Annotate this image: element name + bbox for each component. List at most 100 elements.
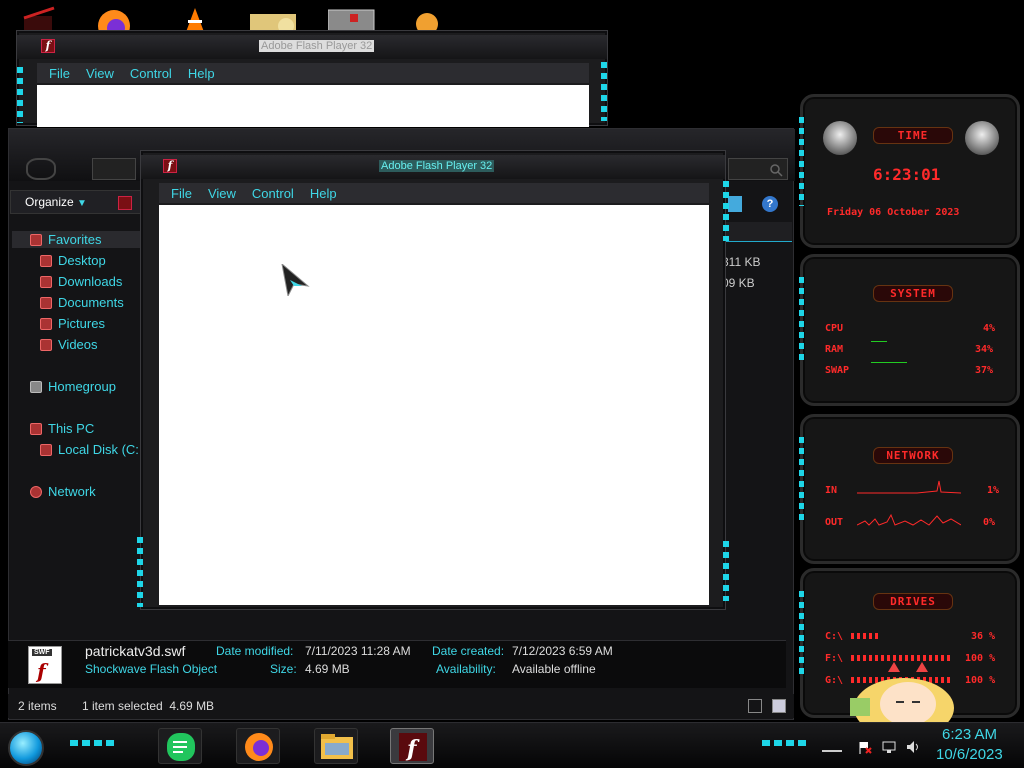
network-gadget: NETWORK IN 1% OUT 0% bbox=[799, 414, 1020, 564]
net-in-graph bbox=[857, 480, 961, 494]
taskbar-notes-button[interactable] bbox=[158, 728, 202, 764]
search-icon bbox=[770, 164, 783, 177]
desktop-icon bbox=[40, 254, 52, 267]
address-bar[interactable] bbox=[92, 158, 136, 180]
sidebar-item-videos[interactable]: Videos bbox=[40, 337, 98, 352]
menu-help[interactable]: Help bbox=[180, 66, 223, 81]
documents-icon bbox=[40, 296, 52, 309]
start-button[interactable] bbox=[8, 730, 44, 766]
network-icon bbox=[30, 485, 42, 498]
net-out-label: OUT bbox=[825, 517, 844, 528]
flash-content-area[interactable] bbox=[159, 205, 709, 605]
sidebar-item-local-disk[interactable]: Local Disk (C: bbox=[40, 442, 139, 457]
sidebar-item-favorites[interactable]: Favorites bbox=[12, 231, 140, 248]
file-type: Shockwave Flash Object bbox=[85, 662, 218, 676]
taskbar-decoration bbox=[762, 740, 806, 746]
show-hidden-icons-icon[interactable] bbox=[822, 742, 842, 752]
cpu-label: CPU bbox=[825, 323, 844, 334]
details-view-icon[interactable] bbox=[748, 699, 762, 713]
drive-c-label: C:\ bbox=[825, 631, 844, 642]
search-box[interactable] bbox=[728, 158, 788, 180]
drive-icon bbox=[40, 443, 52, 456]
taskbar-decoration bbox=[70, 740, 114, 746]
gadget-title: TIME bbox=[873, 127, 953, 144]
gadget-title: NETWORK bbox=[873, 447, 953, 464]
availability-value: Available offline bbox=[512, 662, 596, 676]
menu-control[interactable]: Control bbox=[244, 186, 302, 201]
ram-value: 34% bbox=[975, 344, 994, 355]
sidebar-item-documents[interactable]: Documents bbox=[40, 295, 124, 310]
menu-control[interactable]: Control bbox=[122, 66, 180, 81]
date-created-value: 7/12/2023 6:59 AM bbox=[512, 644, 613, 658]
downloads-icon bbox=[40, 275, 52, 288]
alien-logo-icon bbox=[823, 121, 857, 155]
pictures-icon bbox=[40, 317, 52, 330]
sidebar-item-network[interactable]: Network bbox=[30, 484, 96, 499]
alien-logo-icon bbox=[965, 121, 999, 155]
net-in-label: IN bbox=[825, 485, 838, 496]
help-icon[interactable]: ? bbox=[762, 196, 778, 212]
swap-label: SWAP bbox=[825, 365, 850, 376]
size-value: 4.69 MB bbox=[305, 662, 350, 676]
column-header[interactable] bbox=[718, 222, 792, 242]
taskbar-clock-date[interactable]: 10/6/2023 bbox=[936, 746, 1003, 763]
back-button[interactable] bbox=[26, 158, 56, 180]
net-out-value: 0% bbox=[983, 517, 996, 528]
file-name: patrickatv3d.swf bbox=[85, 643, 186, 659]
status-bar: 2 items 1 item selected 4.69 MB bbox=[8, 694, 794, 718]
drive-g-value: 100 % bbox=[965, 675, 996, 686]
videos-icon bbox=[40, 338, 52, 351]
menu-view[interactable]: View bbox=[78, 66, 122, 81]
flash-player-window-back: f Adobe Flash Player 32 File View Contro… bbox=[16, 30, 608, 127]
file-size: 311 KB bbox=[722, 255, 761, 269]
taskbar-firefox-button[interactable] bbox=[236, 728, 280, 764]
sidebar-item-downloads[interactable]: Downloads bbox=[40, 274, 122, 289]
sidebar-item-pictures[interactable]: Pictures bbox=[40, 316, 105, 331]
large-icons-view-icon[interactable] bbox=[772, 699, 786, 713]
firefox-icon bbox=[245, 733, 273, 761]
flash-player-window-front: f Adobe Flash Player 32 File View Contro… bbox=[137, 150, 729, 610]
swap-bar bbox=[871, 362, 907, 363]
menu-bar: File View Control Help bbox=[159, 183, 709, 203]
drive-g-label: G:\ bbox=[825, 675, 844, 686]
drive-f-label: F:\ bbox=[825, 653, 844, 664]
flash-toolbar-icon[interactable] bbox=[118, 196, 132, 210]
size-label: Size: bbox=[270, 662, 297, 676]
sidebar-item-this-pc[interactable]: This PC bbox=[30, 421, 94, 436]
date-modified-label: Date modified: bbox=[216, 644, 294, 658]
flash-app-icon: f bbox=[41, 39, 55, 53]
flash-content-area[interactable] bbox=[37, 85, 589, 127]
flash-player-icon: f bbox=[399, 733, 427, 762]
view-toggle-button[interactable] bbox=[728, 196, 742, 212]
computer-icon bbox=[30, 422, 42, 435]
taskbar-flash-player-button[interactable]: f bbox=[390, 728, 434, 764]
menu-help[interactable]: Help bbox=[302, 186, 345, 201]
taskbar-file-explorer-button[interactable] bbox=[314, 728, 358, 764]
organize-label: Organize bbox=[25, 195, 74, 209]
selection-info: 1 item selected 4.69 MB bbox=[82, 699, 215, 713]
drive-c-bar bbox=[851, 633, 881, 639]
menu-file[interactable]: File bbox=[163, 186, 200, 201]
taskbar-clock-time[interactable]: 6:23 AM bbox=[942, 726, 997, 743]
swf-file-icon: SWF f bbox=[28, 646, 62, 684]
mouse-cursor-icon bbox=[281, 264, 310, 296]
menu-file[interactable]: File bbox=[41, 66, 78, 81]
ram-label: RAM bbox=[825, 344, 844, 355]
volume-icon[interactable] bbox=[906, 740, 920, 754]
time-gadget: TIME 6:23:01 Friday 06 October 2023 bbox=[799, 94, 1020, 248]
item-count: 2 items bbox=[18, 699, 57, 713]
sidebar-item-desktop[interactable]: Desktop bbox=[40, 253, 106, 268]
file-size: 09 KB bbox=[722, 276, 755, 290]
system-gadget: SYSTEM CPU 4% RAM 34% SWAP 37% bbox=[799, 254, 1020, 406]
gadget-title: SYSTEM bbox=[873, 285, 953, 302]
menu-view[interactable]: View bbox=[200, 186, 244, 201]
drive-f-value: 100 % bbox=[965, 653, 996, 664]
ram-bar bbox=[871, 341, 887, 342]
sidebar-item-homegroup[interactable]: Homegroup bbox=[30, 379, 116, 394]
network-tray-icon[interactable] bbox=[882, 740, 896, 754]
net-out-graph bbox=[857, 513, 961, 526]
flag-icon[interactable] bbox=[858, 740, 872, 754]
chevron-down-icon: ▼ bbox=[77, 198, 87, 209]
gadget-title: DRIVES bbox=[873, 593, 953, 610]
flash-app-icon: f bbox=[163, 159, 177, 173]
